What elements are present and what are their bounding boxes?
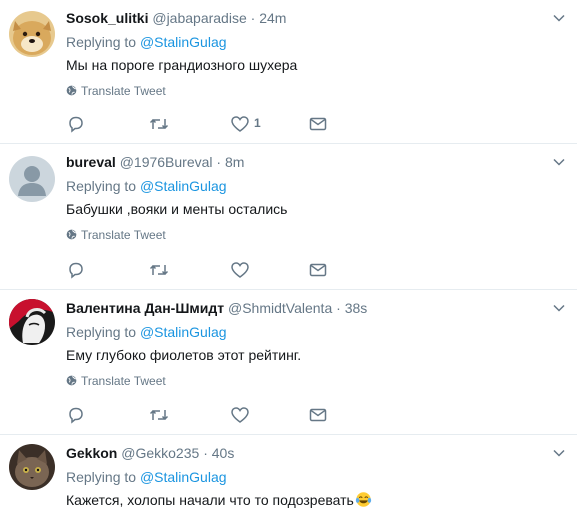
user-handle[interactable]: @ShmidtValenta — [228, 300, 332, 316]
reply-icon — [69, 116, 83, 133]
replying-to: Replying to @StalinGulag — [66, 468, 227, 486]
envelope-icon — [309, 263, 327, 277]
chevron-down-icon[interactable] — [553, 447, 565, 459]
like-button[interactable] — [230, 405, 250, 425]
tweet-text: Бабушки ,вояки и менты остались — [66, 201, 288, 217]
replying-prefix: Replying to — [66, 178, 137, 194]
user-name[interactable]: bureval — [66, 154, 116, 170]
chevron-down-icon[interactable] — [553, 156, 565, 168]
replying-prefix: Replying to — [66, 34, 137, 50]
retweet-icon — [149, 264, 169, 276]
user-name[interactable]: Валентина Дан-Шмидт — [66, 300, 224, 316]
retweet-button[interactable] — [148, 114, 170, 134]
chevron-down-icon[interactable] — [553, 12, 565, 24]
laughing-tears-emoji-icon — [355, 492, 372, 507]
replying-to: Replying to @StalinGulag — [66, 33, 227, 51]
like-button[interactable]: 1 — [230, 114, 261, 134]
retweet-button[interactable] — [148, 405, 170, 425]
translate-label: Translate Tweet — [81, 374, 166, 388]
tweet-text-content: Кажется, холопы начали что то подозреват… — [66, 492, 354, 508]
like-count: 1 — [254, 116, 261, 130]
separator: · — [336, 300, 341, 316]
reply-icon — [69, 407, 83, 424]
avatar[interactable] — [9, 156, 55, 202]
translate-label: Translate Tweet — [81, 228, 166, 242]
tweet[interactable]: Sosok_ulitki @jabaparadise · 24m Replyin… — [0, 0, 577, 144]
message-button[interactable] — [308, 260, 328, 280]
translate-label: Translate Tweet — [81, 84, 166, 98]
heart-icon — [231, 116, 249, 132]
replying-prefix: Replying to — [66, 469, 137, 485]
envelope-icon — [309, 117, 327, 131]
reply-feed: Sosok_ulitki @jabaparadise · 24m Replyin… — [0, 0, 577, 514]
tweet-actions — [66, 260, 346, 280]
heart-icon — [231, 262, 249, 278]
portrait-avatar-icon — [9, 299, 55, 345]
avatar[interactable] — [9, 11, 55, 57]
user-name[interactable]: Gekkon — [66, 445, 117, 461]
tweet-text: Кажется, холопы начали что то подозреват… — [66, 491, 372, 509]
message-button[interactable] — [308, 114, 328, 134]
tweet[interactable]: Gekkon @Gekko235 · 40s Replying to @Stal… — [0, 435, 577, 514]
message-button[interactable] — [308, 405, 328, 425]
globe-icon — [66, 229, 77, 240]
like-button[interactable] — [230, 260, 250, 280]
tweet-actions: 1 — [66, 114, 346, 134]
tweet[interactable]: bureval @1976Bureval · 8m Replying to @S… — [0, 144, 577, 290]
tweet-text: Ему глубоко фиолетов этот рейтинг. — [66, 347, 302, 363]
reply-mention-link[interactable]: @StalinGulag — [140, 469, 227, 485]
separator: · — [203, 445, 208, 461]
retweet-button[interactable] — [148, 260, 170, 280]
tweet-actions — [66, 405, 346, 425]
envelope-icon — [309, 408, 327, 422]
tweet-header: Gekkon @Gekko235 · 40s — [66, 444, 234, 462]
default-avatar-icon — [9, 156, 55, 202]
tweet[interactable]: Валентина Дан-Шмидт @ShmidtValenta · 38s… — [0, 290, 577, 435]
timestamp[interactable]: 38s — [345, 300, 368, 316]
tweet-text: Мы на пороге грандиозного шухера — [66, 57, 298, 73]
tweet-header: Валентина Дан-Шмидт @ShmidtValenta · 38s — [66, 299, 367, 317]
translate-tweet-link[interactable]: Translate Tweet — [66, 228, 166, 242]
avatar[interactable] — [9, 299, 55, 345]
user-handle[interactable]: @jabaparadise — [152, 10, 246, 26]
reply-button[interactable] — [66, 260, 86, 280]
reply-mention-link[interactable]: @StalinGulag — [140, 324, 227, 340]
retweet-icon — [149, 409, 169, 421]
reply-button[interactable] — [66, 405, 86, 425]
reply-mention-link[interactable]: @StalinGulag — [140, 178, 227, 194]
timestamp[interactable]: 40s — [212, 445, 235, 461]
timestamp[interactable]: 24m — [259, 10, 286, 26]
replying-to: Replying to @StalinGulag — [66, 177, 227, 195]
reply-mention-link[interactable]: @StalinGulag — [140, 34, 227, 50]
globe-icon — [66, 85, 77, 96]
reply-button[interactable] — [66, 114, 86, 134]
avatar[interactable] — [9, 444, 55, 490]
reply-icon — [69, 262, 83, 279]
user-handle[interactable]: @1976Bureval — [120, 154, 213, 170]
heart-icon — [231, 407, 249, 423]
translate-tweet-link[interactable]: Translate Tweet — [66, 84, 166, 98]
doge-avatar-icon — [9, 11, 55, 57]
user-name[interactable]: Sosok_ulitki — [66, 10, 148, 26]
tweet-header: bureval @1976Bureval · 8m — [66, 153, 244, 171]
user-handle[interactable]: @Gekko235 — [121, 445, 199, 461]
chevron-down-icon[interactable] — [553, 302, 565, 314]
cat-avatar-icon — [9, 444, 55, 490]
tweet-header: Sosok_ulitki @jabaparadise · 24m — [66, 9, 286, 27]
translate-tweet-link[interactable]: Translate Tweet — [66, 374, 166, 388]
separator: · — [250, 10, 256, 26]
separator: · — [216, 154, 222, 170]
retweet-icon — [149, 118, 169, 130]
globe-icon — [66, 375, 77, 386]
replying-prefix: Replying to — [66, 324, 137, 340]
timestamp[interactable]: 8m — [225, 154, 244, 170]
replying-to: Replying to @StalinGulag — [66, 323, 227, 341]
